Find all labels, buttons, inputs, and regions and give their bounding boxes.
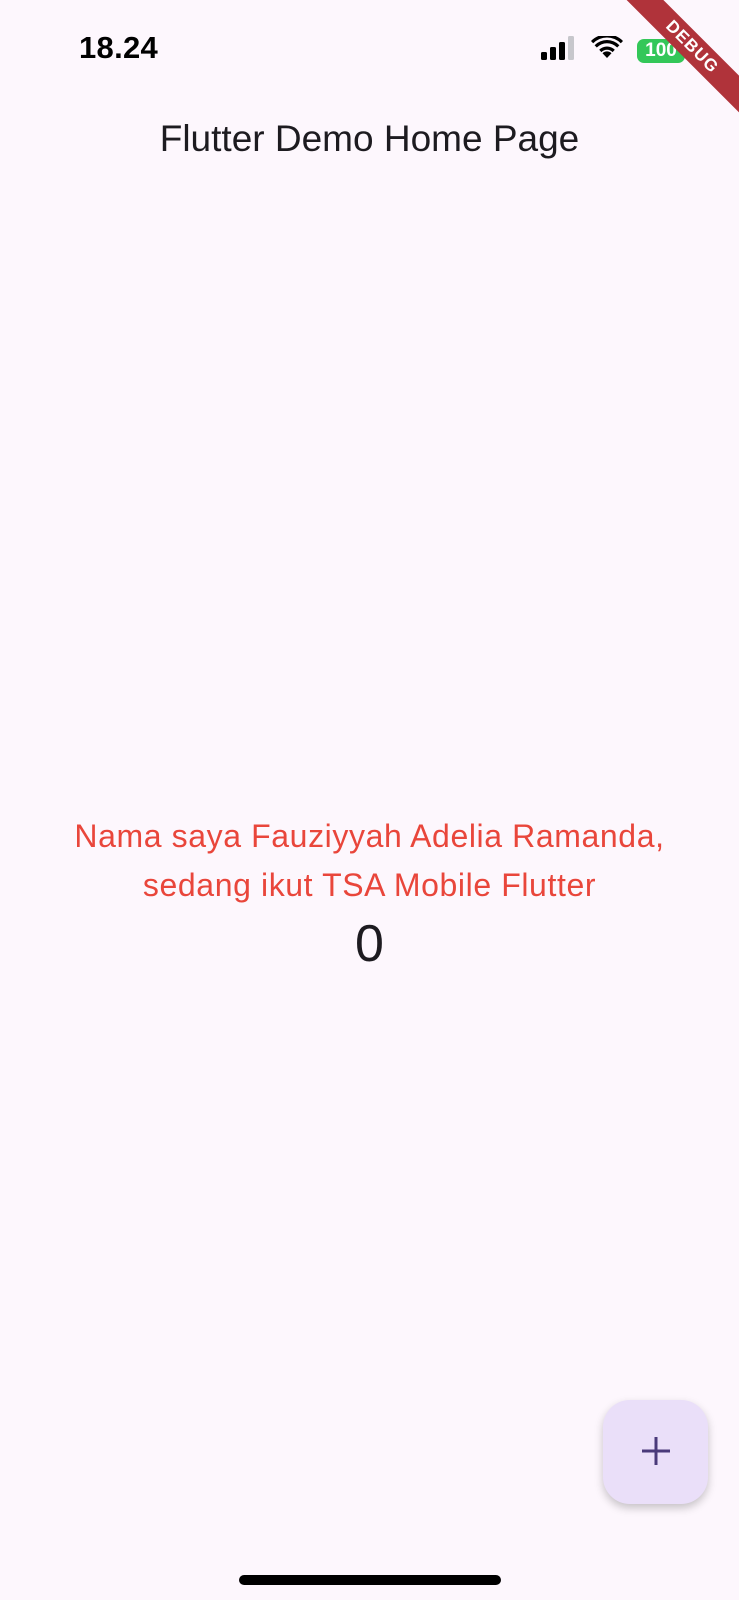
center-content: Nama saya Fauziyyah Adelia Ramanda, seda… — [0, 812, 739, 974]
plus-icon — [640, 1435, 672, 1470]
counter-value: 0 — [355, 915, 384, 973]
debug-label: DEBUG — [622, 0, 739, 117]
app-bar-title: Flutter Demo Home Page — [159, 118, 580, 159]
signal-icon — [541, 36, 577, 65]
home-indicator[interactable] — [239, 1575, 501, 1585]
status-time: 18.24 — [79, 30, 159, 65]
increment-button[interactable] — [603, 1400, 708, 1504]
name-message: Nama saya Fauziyyah Adelia Ramanda, seda… — [74, 818, 665, 903]
debug-banner: DEBUG — [619, 0, 739, 120]
